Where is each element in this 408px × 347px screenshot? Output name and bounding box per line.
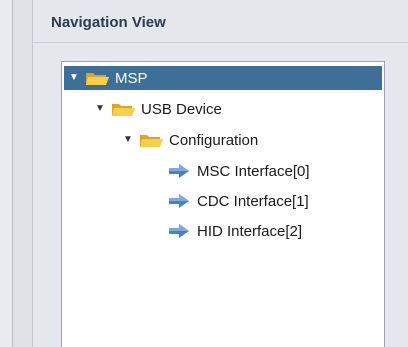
left-edge-strip (0, 0, 13, 347)
tree-node-label: MSC Interface[0] (197, 162, 310, 180)
title-divider (33, 42, 408, 43)
navigation-view-panel: Navigation View ▼ MSP ▼ USB Device ▼ Con… (32, 0, 408, 347)
tree-node-msp[interactable]: ▼ MSP (64, 66, 382, 90)
navigation-tree: ▼ MSP ▼ USB Device ▼ Configuration MSC I… (61, 61, 385, 347)
arrow-right-icon (166, 221, 192, 241)
tree-node-label: Configuration (169, 131, 259, 149)
tree-node-label: CDC Interface[1] (197, 192, 309, 210)
triangle-down-icon[interactable]: ▼ (68, 73, 80, 83)
tree-node-configuration[interactable]: ▼ Configuration (122, 128, 258, 152)
tree-node-label: HID Interface[2] (197, 222, 303, 240)
panel-title: Navigation View (51, 14, 166, 31)
triangle-down-icon[interactable]: ▼ (94, 104, 106, 114)
app-window: Navigation View ▼ MSP ▼ USB Device ▼ Con… (0, 0, 408, 347)
open-folder-icon (110, 99, 136, 119)
tree-node-msc-interface[interactable]: MSC Interface[0] (166, 159, 310, 183)
tree-node-label: USB Device (141, 100, 222, 118)
tree-node-cdc-interface[interactable]: CDC Interface[1] (166, 189, 309, 213)
arrow-right-icon (166, 191, 192, 211)
tree-node-hid-interface[interactable]: HID Interface[2] (166, 219, 302, 243)
triangle-down-icon[interactable]: ▼ (122, 135, 134, 145)
tree-node-usb-device[interactable]: ▼ USB Device (94, 97, 222, 121)
tree-node-label: MSP (115, 69, 148, 87)
arrow-right-icon (166, 161, 192, 181)
open-folder-icon (138, 130, 164, 150)
open-folder-icon (84, 68, 110, 88)
